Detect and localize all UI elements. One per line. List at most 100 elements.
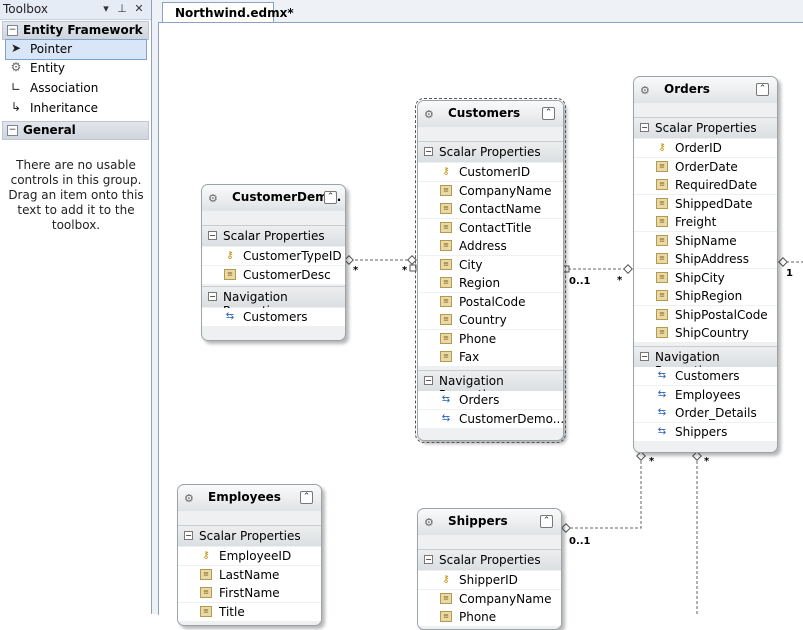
- collapse-icon[interactable]: −: [424, 555, 433, 564]
- property-row[interactable]: ≡ Address: [418, 237, 563, 255]
- property-row[interactable]: ≡ City: [418, 256, 563, 274]
- property-row[interactable]: ≡ ShipCity: [634, 269, 777, 287]
- navigation-properties-header[interactable]: −Navigation Properties: [634, 346, 777, 378]
- entity-header[interactable]: ⚙ CustomerDem... ⌃: [202, 185, 345, 211]
- property-row[interactable]: ≡ Phone: [418, 608, 561, 626]
- scalar-properties-header[interactable]: − Scalar Properties: [634, 117, 777, 138]
- navigation-row[interactable]: ⇆ Customers: [634, 367, 777, 385]
- scalar-properties-header[interactable]: − Scalar Properties: [418, 141, 563, 162]
- property-icon: ≡: [440, 185, 452, 196]
- entity-employees[interactable]: ⚙ Employees ⌃ − Scalar Properties ⚷ Employ…: [177, 484, 322, 626]
- scalar-properties-header[interactable]: − Scalar Properties: [418, 549, 561, 570]
- property-row[interactable]: ⚷ CustomerID: [418, 163, 563, 181]
- association-line[interactable]: [567, 456, 642, 529]
- property-row[interactable]: ⚷ CustomerTypeID: [202, 247, 345, 265]
- property-row[interactable]: ≡ CompanyName: [418, 182, 563, 200]
- property-icon: ≡: [440, 296, 452, 307]
- property-row[interactable]: ≡ FirstName: [178, 584, 321, 602]
- property-row[interactable]: ≡ Country: [418, 311, 563, 329]
- entity-orders[interactable]: ⚙ Orders ⌃ − Scalar Properties ⚷ OrderID ≡…: [633, 76, 778, 453]
- scalar-properties-header[interactable]: − Scalar Properties: [178, 525, 321, 546]
- navigation-property-icon: ⇆: [441, 413, 451, 424]
- property-row[interactable]: ≡ RequiredDate: [634, 176, 777, 194]
- navigation-row[interactable]: ⇆ Employees: [634, 386, 777, 404]
- navigation-properties-header[interactable]: −Navigation Properties: [418, 370, 563, 402]
- entity-shippers[interactable]: ⚙ Shippers ⌃ − Scalar Properties ⚷ Shipper…: [417, 508, 562, 630]
- property-icon: ≡: [200, 587, 212, 598]
- navigation-properties-header[interactable]: −Navigation Properties: [202, 286, 345, 318]
- entity-header[interactable]: ⚙ Employees ⌃: [178, 485, 321, 511]
- property-row[interactable]: ≡ ShipPostalCode: [634, 306, 777, 324]
- collapse-icon[interactable]: ⌃: [324, 191, 337, 204]
- collapse-icon[interactable]: −: [7, 125, 18, 136]
- inheritance-icon: ↳: [10, 100, 22, 114]
- property-row[interactable]: ⚷ OrderID: [634, 139, 777, 157]
- close-icon[interactable]: ✕: [133, 2, 145, 15]
- property-row[interactable]: ≡ Fax: [418, 348, 563, 366]
- property-icon: ≡: [440, 259, 452, 270]
- pin-icon[interactable]: ⊥: [116, 2, 128, 15]
- toolbox-item-association[interactable]: ∟ Association: [6, 79, 146, 98]
- tab-northwind-edmx[interactable]: Northwind.edmx*: [162, 2, 294, 23]
- collapse-icon[interactable]: ⌃: [540, 515, 553, 528]
- property-row[interactable]: ≡ Freight: [634, 213, 777, 231]
- entity-header[interactable]: ⚙ Customers ⌃: [418, 101, 563, 127]
- property-label: OrderID: [675, 141, 722, 155]
- collapse-icon[interactable]: −: [640, 352, 649, 361]
- property-row[interactable]: ≡ CustomerDesc: [202, 266, 345, 284]
- collapse-icon[interactable]: −: [640, 123, 649, 132]
- collapse-icon[interactable]: −: [208, 231, 217, 240]
- collapse-icon[interactable]: −: [424, 147, 433, 156]
- property-row[interactable]: ≡ ContactName: [418, 200, 563, 218]
- property-row[interactable]: ≡ ContactTitle: [418, 219, 563, 237]
- key-icon: ⚷: [658, 142, 666, 153]
- navigation-row[interactable]: ⇆ Order_Details: [634, 404, 777, 422]
- property-row[interactable]: ≡ ShipRegion: [634, 287, 777, 305]
- property-label: PostalCode: [459, 295, 526, 309]
- property-row[interactable]: ≡ OrderDate: [634, 158, 777, 176]
- collapse-icon[interactable]: −: [424, 376, 433, 385]
- property-row[interactable]: ≡ ShipName: [634, 232, 777, 250]
- collapse-icon[interactable]: −: [7, 25, 18, 36]
- property-row[interactable]: ⚷ ShipperID: [418, 571, 561, 589]
- property-label: ShipperID: [459, 573, 518, 587]
- property-icon: ≡: [656, 161, 668, 172]
- property-icon: ≡: [200, 569, 212, 580]
- property-label: ShipAddress: [675, 252, 749, 266]
- toolbox-item-pointer[interactable]: ➤ Pointer: [5, 39, 147, 60]
- navigation-row[interactable]: ⇆ Shippers: [634, 423, 777, 441]
- collapse-icon[interactable]: −: [208, 292, 217, 301]
- property-row[interactable]: ≡ Phone: [418, 330, 563, 348]
- item-label: Association: [30, 81, 99, 95]
- property-row[interactable]: ≡ ShipCountry: [634, 324, 777, 342]
- association-end: [623, 264, 633, 274]
- collapse-icon[interactable]: −: [184, 531, 193, 540]
- property-row[interactable]: ≡ ShippedDate: [634, 195, 777, 213]
- navigation-row[interactable]: ⇆ Orders: [418, 391, 563, 409]
- navigation-row[interactable]: ⇆ CustomerDemo...: [418, 410, 563, 428]
- collapse-icon[interactable]: ⌃: [756, 83, 769, 96]
- toolbox-item-entity[interactable]: ⚙ Entity: [6, 59, 146, 78]
- navigation-row[interactable]: ⇆ Customers: [202, 308, 345, 326]
- entity-header[interactable]: ⚙ Orders ⌃: [634, 77, 777, 103]
- property-row[interactable]: ≡ CompanyName: [418, 590, 561, 608]
- toolbox-item-inheritance[interactable]: ↳ Inheritance: [6, 99, 146, 118]
- property-row[interactable]: ≡ Region: [418, 274, 563, 292]
- collapse-icon[interactable]: ⌃: [542, 107, 555, 120]
- entity-customerdemographics[interactable]: ⚙ CustomerDem... ⌃ − Scalar Properties ⚷ C…: [201, 184, 346, 341]
- entity-header[interactable]: ⚙ Shippers ⌃: [418, 509, 561, 535]
- property-row[interactable]: ≡ ShipAddress: [634, 250, 777, 268]
- property-row[interactable]: ≡ Title: [178, 603, 321, 621]
- designer-canvas[interactable]: * * 0..1 * 1 * * 0..1 ⚙ CustomerDem... ⌃…: [158, 22, 803, 630]
- dropdown-arrow-icon[interactable]: ▾: [100, 2, 112, 15]
- property-row[interactable]: ≡ LastName: [178, 566, 321, 584]
- collapse-icon[interactable]: ⌃: [300, 491, 313, 504]
- navigation-property-icon: ⇆: [657, 407, 667, 418]
- entity-customers[interactable]: ⚙ Customers ⌃ − Scalar Properties ⚷ Custom…: [415, 98, 566, 443]
- toolbox-group-entity-framework[interactable]: − Entity Framework: [2, 21, 149, 40]
- property-row[interactable]: ⚷ EmployeeID: [178, 547, 321, 565]
- association-end: [561, 523, 571, 533]
- scalar-properties-header[interactable]: − Scalar Properties: [202, 225, 345, 246]
- property-row[interactable]: ≡ PostalCode: [418, 293, 563, 311]
- toolbox-group-general[interactable]: − General: [2, 121, 149, 140]
